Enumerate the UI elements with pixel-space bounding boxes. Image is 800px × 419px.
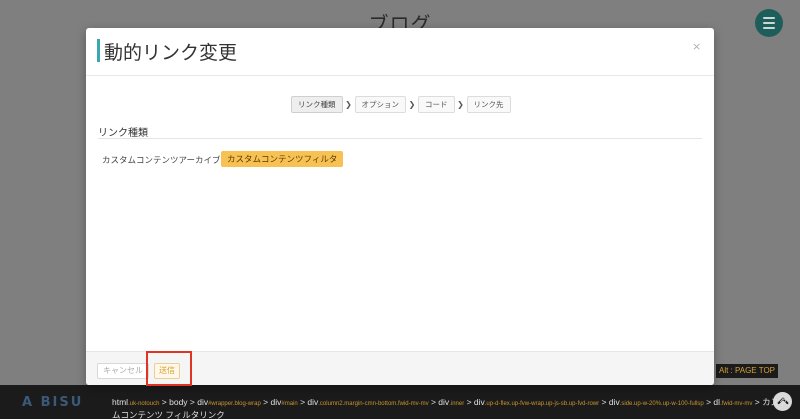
step-arrow-icon: ❯ (457, 100, 464, 109)
breadcrumb-tag: > body > div (159, 397, 209, 407)
breadcrumb-class: .side.up-w-20%.up-w-100-fullsp (619, 401, 704, 407)
breadcrumb-tag: > div (297, 397, 319, 407)
breadcrumb-tag: > div (260, 397, 282, 407)
breadcrumb-tag: > div (599, 397, 620, 407)
hamburger-menu-icon[interactable] (755, 9, 783, 37)
breadcrumb-class: .inner (449, 401, 465, 407)
step-indicator: リンク種類 ❯ オプション ❯ コード ❯ リンク先 (291, 96, 511, 113)
link-type-filter[interactable]: カスタムコンテンツフィルタ (221, 151, 344, 167)
breadcrumb-class: .uk-notouch (128, 401, 160, 407)
breadcrumb-tag: > div (464, 397, 485, 407)
breadcrumb-tag: > div (428, 397, 450, 407)
step-arrow-icon: ❯ (345, 100, 352, 109)
send-button-highlight (146, 351, 192, 386)
close-icon[interactable]: × (692, 40, 701, 53)
dialog-header: 動的リンク変更 × (86, 28, 714, 76)
link-change-dialog: 動的リンク変更 × リンク種類 ❯ オプション ❯ コード ❯ リンク先 リンク種類 カスタ… (86, 28, 714, 385)
breadcrumb-class: #wrapper.blog-wrap (208, 401, 261, 407)
step-4[interactable]: リンク先 (466, 96, 511, 113)
step-arrow-icon: ❯ (408, 100, 416, 109)
page-top-label[interactable]: Alt : PAGE TOP (716, 364, 778, 378)
breadcrumb-tag: html (112, 397, 129, 407)
section-title: リンク種類 (98, 128, 148, 139)
brand-logo: A BISU (22, 395, 84, 410)
element-breadcrumb: html.uk-notouch > body > div#wrapper.blo… (112, 397, 792, 419)
step-2[interactable]: オプション (354, 96, 406, 113)
link-type-archive[interactable]: カスタムコンテンツアーカイブ (102, 154, 221, 166)
breadcrumb-tag: > dl (703, 397, 721, 407)
step-1[interactable]: リンク種類 (291, 96, 343, 113)
step-3[interactable]: コード (418, 96, 455, 113)
section-divider (98, 138, 702, 139)
cancel-button[interactable]: キャンセル (97, 363, 149, 379)
title-accent (97, 39, 100, 62)
breadcrumb-class: #main (281, 401, 298, 407)
breadcrumb-class: .column2.margin-cmn-bottom.fwid-mv-mv (318, 401, 429, 407)
dialog-title: 動的リンク変更 (104, 42, 238, 64)
breadcrumb-class: .fwid-mv-mv (720, 401, 753, 407)
breadcrumb-class: .up-d-flex.up-fvw-wrap.up-js-sb.up-fvd-r… (484, 401, 600, 407)
